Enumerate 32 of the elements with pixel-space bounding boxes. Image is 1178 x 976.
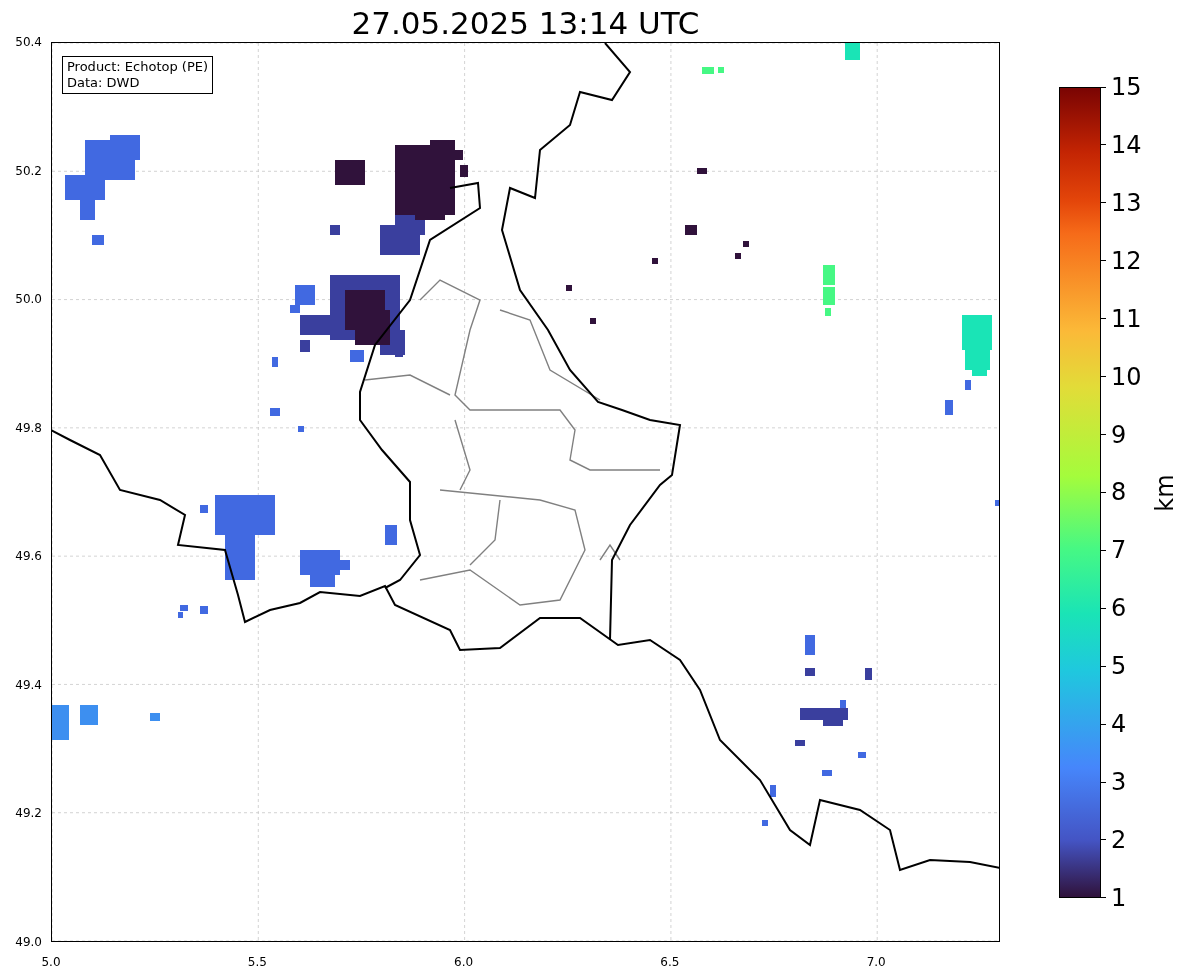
tick-label: 50.0 (15, 291, 43, 308)
tick-label: 13 (1110, 188, 1142, 217)
plot-title: 27.05.2025 13:14 UTC (351, 4, 700, 42)
tick-label: 7.0 (866, 954, 886, 970)
tick-label: 5.5 (247, 954, 267, 970)
legend-text: Data: DWD (67, 75, 141, 91)
tick-label: 10 (1110, 362, 1142, 391)
tick-label: 5.0 (41, 954, 61, 970)
tick-label: 50.2 (15, 162, 43, 179)
legend-text: Product: Echotop (PE) (67, 59, 209, 75)
tick-label: 49.0 (15, 933, 43, 950)
tick-label: 15 (1110, 73, 1142, 101)
tick-label: 1 (1110, 883, 1127, 912)
tick-label: 6.5 (660, 954, 680, 970)
tick-label: 7 (1110, 536, 1127, 565)
tick-label: 8 (1110, 478, 1127, 507)
tick-label: 5 (1110, 652, 1127, 681)
tick-label: 9 (1110, 420, 1127, 449)
tick-label: 49.2 (15, 805, 43, 822)
tick-label: 50.4 (15, 34, 43, 50)
tick-label: 14 (1110, 130, 1142, 159)
tick-label: 49.4 (15, 676, 43, 693)
tick-label: 49.6 (15, 548, 43, 565)
tick-label: 12 (1110, 246, 1142, 275)
colorbar-label: km (1150, 473, 1178, 512)
tick-label: 6.0 (454, 954, 474, 970)
tick-label: 2 (1110, 826, 1127, 854)
tick-label: 6 (1110, 594, 1127, 623)
tick-label: 49.8 (15, 419, 43, 436)
tick-label: 3 (1110, 768, 1127, 797)
tick-label: 4 (1110, 710, 1127, 739)
tick-label: 11 (1110, 304, 1142, 333)
